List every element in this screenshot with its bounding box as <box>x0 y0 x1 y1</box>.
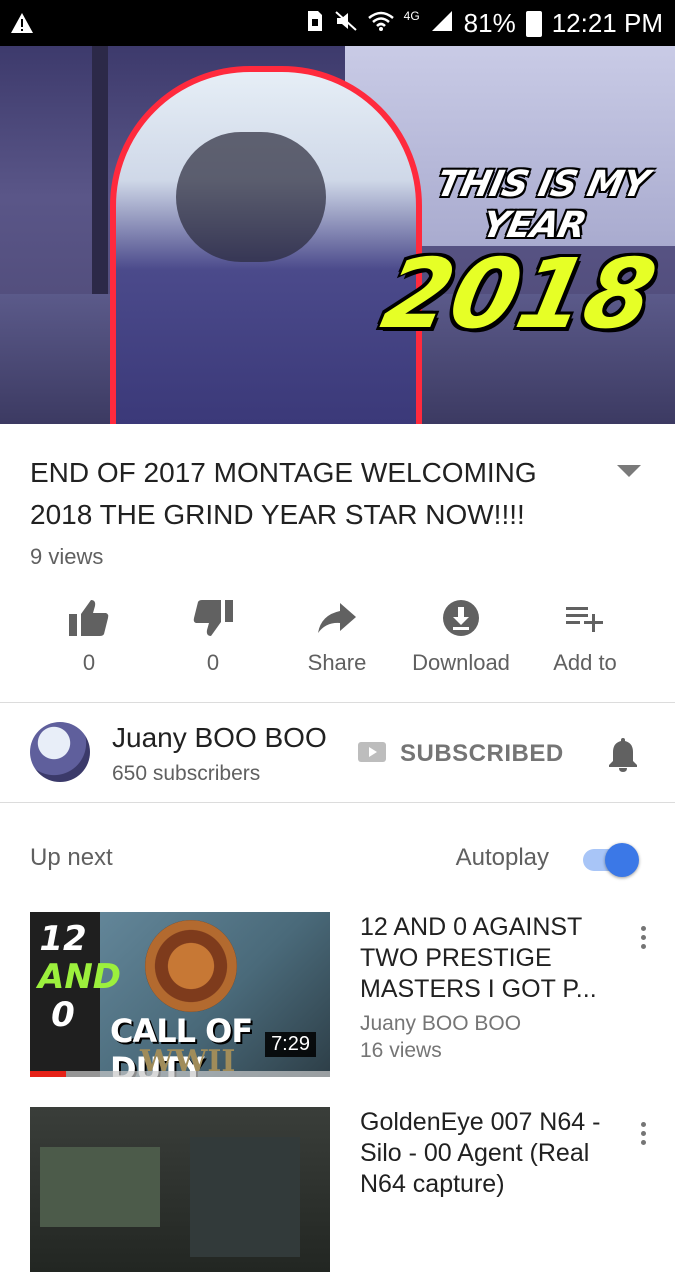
expand-description-icon[interactable] <box>617 465 641 477</box>
like-button[interactable]: 0 <box>24 590 154 676</box>
video-title: END OF 2017 MONTAGE WELCOMING 2018 THE G… <box>30 457 537 530</box>
download-button[interactable]: Download <box>396 590 526 676</box>
view-count: 9 views <box>30 544 104 569</box>
add-to-playlist-icon <box>520 590 650 646</box>
battery-icon <box>525 10 542 37</box>
subscribed-button[interactable]: SUBSCRIBED <box>358 740 564 768</box>
video-item-title[interactable]: GoldenEye 007 N64 - Silo - 00 Agent (Rea… <box>360 1107 610 1200</box>
autoplay-toggle[interactable] <box>583 843 639 877</box>
subscriber-count: 650 subscribers <box>112 762 261 785</box>
notification-bell-icon[interactable] <box>607 736 639 777</box>
battery-percent: 81% <box>463 8 516 38</box>
watch-progress-fill <box>30 1071 66 1077</box>
channel-name[interactable]: Juany BOO BOO <box>112 722 327 754</box>
action-bar: 0 0 Share Download Add to <box>0 590 675 690</box>
thumbnail-text-line1: THIS IS MY YEAR <box>433 164 653 246</box>
video-thumbnail[interactable]: 12 AND 0 CALL OF DUTY WWII 7:29 <box>30 912 330 1077</box>
more-options-icon[interactable] <box>639 926 647 949</box>
video-duration: 7:29 <box>265 1032 316 1057</box>
wifi-icon <box>367 8 394 39</box>
signal-icon <box>430 8 454 39</box>
video-player[interactable]: THIS IS MY YEAR 2018 <box>0 46 675 424</box>
autoplay-label: Autoplay <box>455 844 549 871</box>
download-icon <box>396 590 526 646</box>
dislike-button[interactable]: 0 <box>148 590 278 676</box>
thumbnail-score-12: 12 <box>39 919 87 959</box>
dislike-count: 0 <box>206 650 220 675</box>
sim-icon <box>306 8 324 39</box>
thumbnail-score-0: 0 <box>51 995 75 1035</box>
mute-icon <box>334 8 358 39</box>
warning-icon <box>10 10 34 41</box>
channel-avatar[interactable] <box>30 722 90 782</box>
more-options-icon[interactable] <box>639 1122 647 1145</box>
thumb-down-icon <box>148 590 278 646</box>
video-item-views: 16 views <box>360 1039 442 1062</box>
youtube-play-icon <box>358 741 386 767</box>
thumbnail-detail <box>190 1137 300 1257</box>
video-item-channel: Juany BOO BOO <box>360 1012 522 1035</box>
watch-progress-bar <box>30 1071 330 1077</box>
thumb-up-icon <box>24 590 154 646</box>
thumbnail-hooded-figure <box>110 66 422 424</box>
subscribed-label: SUBSCRIBED <box>400 740 564 767</box>
video-thumbnail[interactable] <box>30 1107 330 1272</box>
divider <box>0 702 675 703</box>
cod-emblem-icon <box>145 920 237 1012</box>
network-type: 4G <box>403 8 420 23</box>
download-label: Download <box>412 650 510 675</box>
like-count: 0 <box>82 650 96 675</box>
status-bar: 4G 81% 12:21 PM <box>0 0 675 46</box>
add-to-button[interactable]: Add to <box>520 590 650 676</box>
thumbnail-overlay-text: THIS IS MY YEAR 2018 <box>373 164 675 350</box>
share-button[interactable]: Share <box>272 590 402 676</box>
up-next-label: Up next <box>30 844 113 871</box>
video-item-title[interactable]: 12 AND 0 AGAINST TWO PRESTIGE MASTERS I … <box>360 912 610 1005</box>
thumbnail-detail <box>40 1147 160 1227</box>
thumbnail-score: 12 AND 0 <box>38 919 121 1035</box>
toggle-knob <box>605 843 639 877</box>
share-icon <box>272 590 402 646</box>
clock: 12:21 PM <box>551 8 663 38</box>
hood-shadow <box>176 132 326 262</box>
share-label: Share <box>307 650 367 675</box>
add-to-label: Add to <box>553 650 617 675</box>
thumbnail-text-line2: 2018 <box>373 238 665 350</box>
thumbnail-score-and: AND <box>38 957 121 997</box>
divider <box>0 802 675 803</box>
